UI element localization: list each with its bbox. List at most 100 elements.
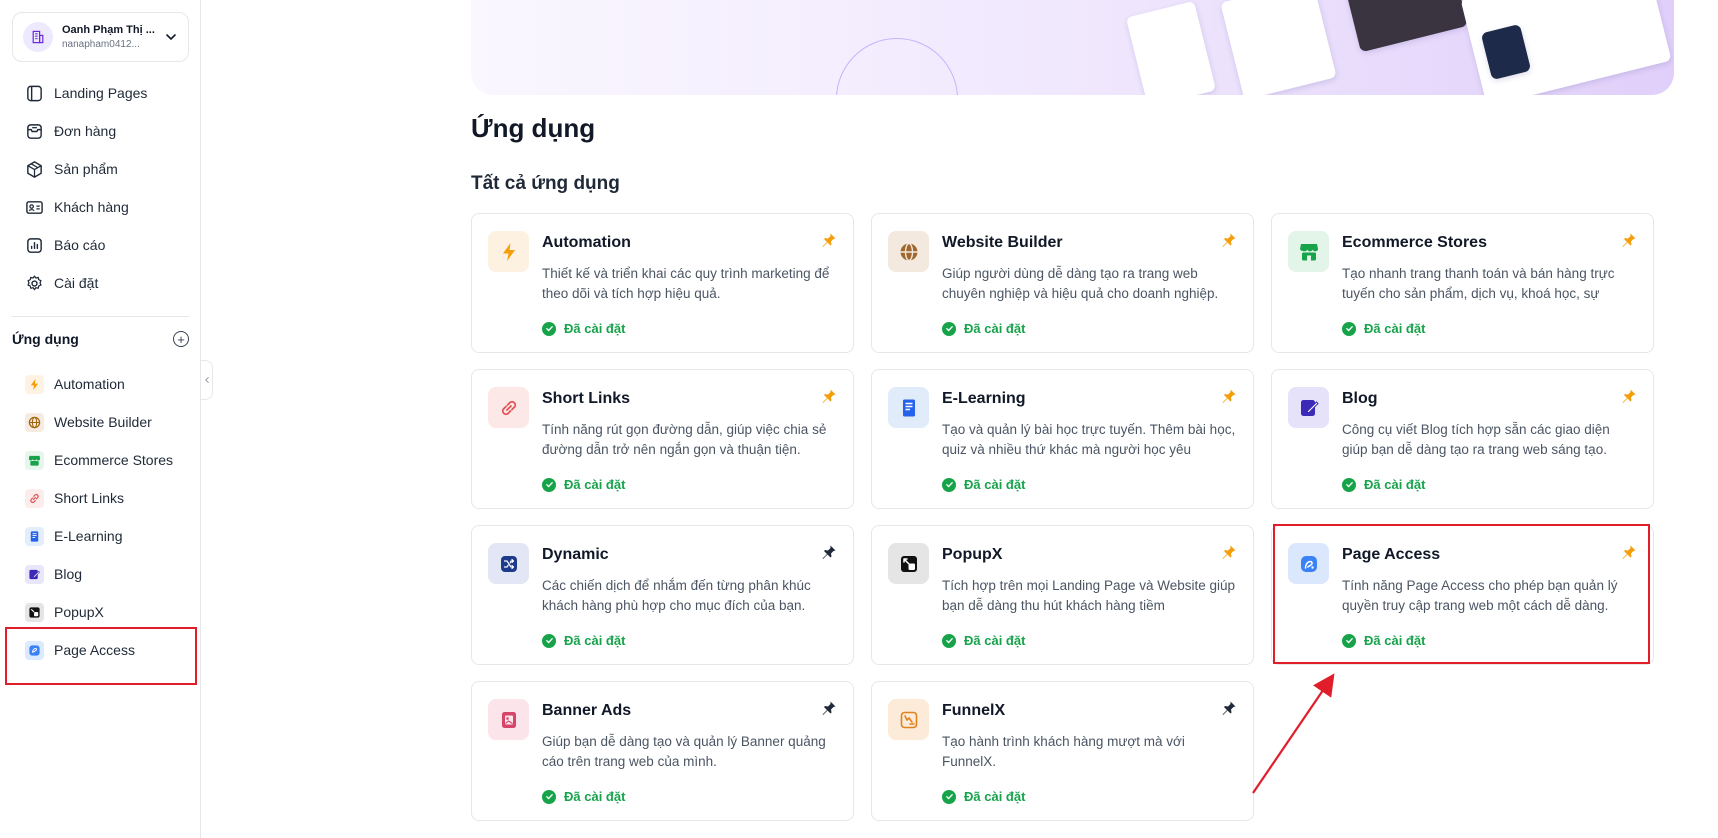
card-description: Tạo nhanh trang thanh toán và bán hàng t… <box>1342 266 1615 301</box>
card-title: Banner Ads <box>542 702 632 719</box>
app-card-dynamic[interactable]: Dynamic Các chiến dịch để nhắm đến từng … <box>471 525 854 665</box>
app-nav: Automation Website Builder Ecommerce Sto… <box>14 365 190 669</box>
sidebar-item-short-links[interactable]: Short Links <box>14 479 190 517</box>
card-title: Page Access <box>1342 546 1441 563</box>
banner-image-icon <box>488 699 529 740</box>
section-title: Tất cả ứng dụng <box>471 173 620 194</box>
nav-item-label: Sản phẩm <box>54 161 118 177</box>
book-icon <box>888 387 929 428</box>
nav-item-reports[interactable]: Báo cáo <box>14 226 190 264</box>
sidebar-item-label: Automation <box>54 376 125 392</box>
contact-card-icon <box>26 200 43 214</box>
check-circle-icon <box>942 633 956 648</box>
popup-icon <box>25 602 44 622</box>
app-card-funnelx[interactable]: FunnelX Tạo hành trình khách hàng mượt m… <box>871 681 1254 821</box>
check-circle-icon <box>1342 633 1356 648</box>
app-card-ecommerce-stores[interactable]: Ecommerce Stores Tạo nhanh trang thanh t… <box>1271 213 1654 353</box>
nav-item-products[interactable]: Sản phẩm <box>14 150 190 188</box>
app-card-blog[interactable]: Blog Công cụ viết Blog tích hợp sẵn các … <box>1271 369 1654 509</box>
nav-item-settings[interactable]: Cài đặt <box>14 264 190 302</box>
card-title: PopupX <box>942 546 1003 563</box>
card-description: Tính năng rút gọn đường dẫn, giúp việc c… <box>542 422 827 457</box>
pin-icon[interactable] <box>1221 232 1237 248</box>
funnel-icon <box>888 699 929 740</box>
sidebar-item-e-learning[interactable]: E-Learning <box>14 517 190 555</box>
globe-icon <box>888 231 929 272</box>
banner-mockup <box>1125 0 1217 95</box>
check-circle-icon <box>1342 321 1356 336</box>
blog-edit-icon <box>1288 387 1329 428</box>
apps-section-title: Ứng dụng <box>12 331 79 347</box>
check-circle-icon <box>942 321 956 336</box>
account-switcher[interactable]: Oanh Phạm Thị ... nanapham0412... <box>12 12 189 62</box>
check-circle-icon <box>542 633 556 648</box>
app-card-banner-ads[interactable]: Banner Ads Giúp bạn dễ dàng tạo và quản … <box>471 681 854 821</box>
installed-status: Đã cài đặt <box>942 477 1025 492</box>
sidebar-item-blog[interactable]: Blog <box>14 555 190 593</box>
check-circle-icon <box>942 477 956 492</box>
main-nav: Landing Pages Đơn hàng Sản phẩm Khách hà… <box>14 74 190 302</box>
collapse-sidebar-button[interactable] <box>201 360 213 400</box>
pin-icon[interactable] <box>1221 388 1237 404</box>
decorative-circle <box>836 38 958 95</box>
check-circle-icon <box>1342 477 1356 492</box>
app-card-website-builder[interactable]: Website Builder Giúp người dùng dễ dàng … <box>871 213 1254 353</box>
app-card-automation[interactable]: Automation Thiết kế và triển khai các qu… <box>471 213 854 353</box>
pin-icon[interactable] <box>821 388 837 404</box>
status-label: Đã cài đặt <box>564 789 626 804</box>
blog-edit-icon <box>25 564 44 584</box>
card-description: Công cụ viết Blog tích hợp sẵn các giao … <box>1342 422 1610 457</box>
chevron-left-icon <box>204 377 209 383</box>
status-label: Đã cài đặt <box>1364 633 1426 648</box>
status-label: Đã cài đặt <box>564 321 626 336</box>
pin-icon[interactable] <box>1621 388 1637 404</box>
card-description: Giúp người dùng dễ dàng tạo ra trang web… <box>942 266 1219 301</box>
page-access-icon <box>25 640 44 660</box>
installed-status: Đã cài đặt <box>942 789 1025 804</box>
app-card-popupx[interactable]: PopupX Tích hợp trên mọi Landing Page và… <box>871 525 1254 665</box>
app-card-e-learning[interactable]: E-Learning Tạo và quản lý bài học trực t… <box>871 369 1254 509</box>
sidebar-item-automation[interactable]: Automation <box>14 365 190 403</box>
gear-icon <box>27 274 42 290</box>
store-icon <box>25 450 44 470</box>
pin-icon[interactable] <box>1621 544 1637 560</box>
card-description: Tính năng Page Access cho phép bạn quản … <box>1342 578 1618 613</box>
pin-icon[interactable] <box>821 544 837 560</box>
pin-icon[interactable] <box>821 232 837 248</box>
sidebar-item-page-access[interactable]: Page Access <box>14 631 190 669</box>
nav-item-orders[interactable]: Đơn hàng <box>14 112 190 150</box>
nav-item-landing-pages[interactable]: Landing Pages <box>14 74 190 112</box>
box-icon <box>27 160 42 178</box>
nav-item-label: Đơn hàng <box>54 123 117 139</box>
status-label: Đã cài đặt <box>964 321 1026 336</box>
sidebar-item-label: Ecommerce Stores <box>54 452 174 468</box>
nav-item-customers[interactable]: Khách hàng <box>14 188 190 226</box>
check-circle-icon <box>542 321 556 336</box>
app-card-short-links[interactable]: Short Links Tính năng rút gọn đường dẫn,… <box>471 369 854 509</box>
sidebar-item-popupx[interactable]: PopupX <box>14 593 190 631</box>
pin-icon[interactable] <box>1621 232 1637 248</box>
card-title: Ecommerce Stores <box>1342 234 1487 251</box>
card-description: Tạo và quản lý bài học trực tuyến. Thêm … <box>942 422 1236 457</box>
installed-status: Đã cài đặt <box>542 321 625 336</box>
orders-icon <box>27 123 42 139</box>
sidebar-item-ecommerce-stores[interactable]: Ecommerce Stores <box>14 441 190 479</box>
nav-item-label: Khách hàng <box>54 199 129 215</box>
pin-icon[interactable] <box>821 700 837 716</box>
card-description: Thiết kế và triển khai các quy trình mar… <box>542 266 830 301</box>
pin-icon[interactable] <box>1221 700 1237 716</box>
lightning-icon <box>25 374 44 394</box>
nav-item-label: Cài đặt <box>54 275 99 291</box>
sidebar-item-website-builder[interactable]: Website Builder <box>14 403 190 441</box>
pin-icon[interactable] <box>1221 544 1237 560</box>
card-title: E-Learning <box>942 390 1026 407</box>
nav-item-label: Báo cáo <box>54 237 106 253</box>
add-app-button[interactable]: + <box>173 331 189 347</box>
app-card-page-access[interactable]: Page Access Tính năng Page Access cho ph… <box>1271 525 1654 665</box>
page-title: Ứng dụng <box>471 113 596 143</box>
shuffle-icon <box>488 543 529 584</box>
installed-status: Đã cài đặt <box>542 477 625 492</box>
promo-banner <box>471 0 1674 95</box>
status-label: Đã cài đặt <box>564 477 626 492</box>
nav-item-label: Landing Pages <box>54 85 148 101</box>
